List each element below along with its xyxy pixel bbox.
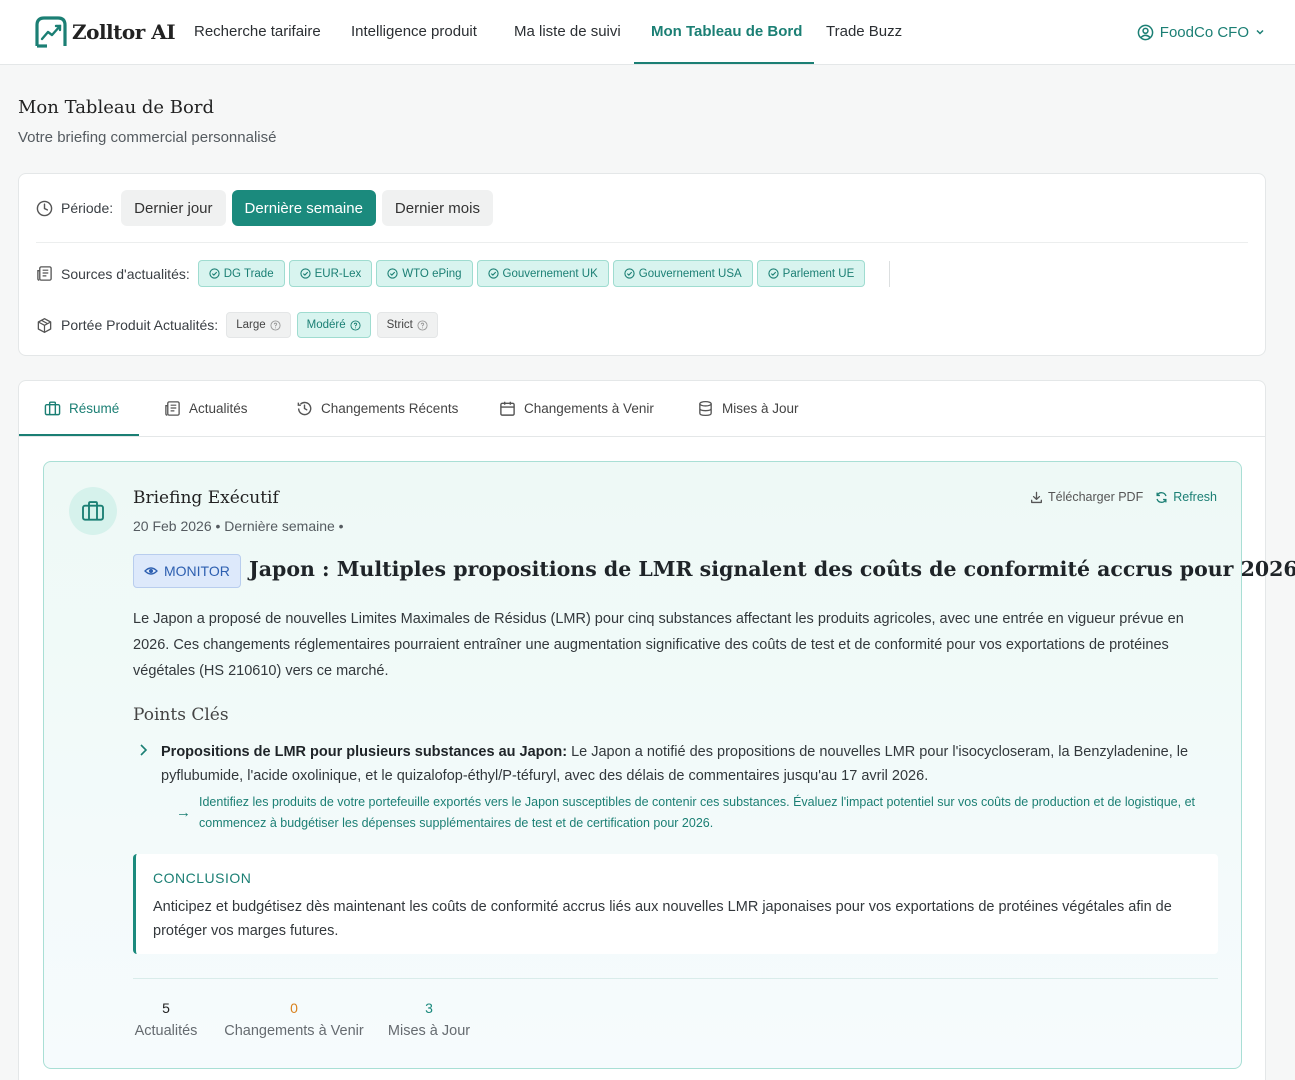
sources-filter: Sources d'actualités: DG Trade EUR-Lex W… [36, 260, 891, 287]
app-name: Zolltor AI [72, 20, 176, 44]
key-point-action: Identifiez les produits de votre portefe… [199, 795, 1196, 830]
nav-tableau-de-bord[interactable]: Mon Tableau de Bord [651, 0, 802, 64]
executive-briefing-card: Briefing Exécutif 20 Feb 2026 • Dernière… [43, 461, 1295, 1069]
period-option-week[interactable]: Dernière semaine [231, 190, 376, 226]
scope-filter: Portée Produit Actualités: Large Modéré … [36, 312, 444, 338]
tab-changements-recents[interactable]: Changements Récents [296, 381, 458, 436]
source-chip-gouv-usa[interactable]: Gouvernement USA [612, 260, 753, 287]
clock-icon [36, 200, 53, 216]
arrow-right-icon: → [176, 804, 191, 821]
user-name: FoodCo CFO [1159, 23, 1249, 41]
user-menu[interactable]: FoodCo CFO [1137, 0, 1265, 64]
filter-divider [36, 242, 1248, 243]
eye-icon [144, 567, 158, 575]
stat-value: 3 [425, 1000, 433, 1016]
user-circle-icon [1137, 24, 1154, 40]
check-circle-icon [487, 268, 499, 279]
period-option-day[interactable]: Dernier jour [121, 190, 226, 226]
chevron-down-icon [1256, 29, 1264, 35]
stat-actualites[interactable]: 5 Actualités [132, 998, 200, 1044]
filter-panel: Période: Dernier jour Dernière semaine D… [18, 173, 1266, 356]
conclusion-label: CONCLUSION [153, 870, 252, 886]
stat-value: 5 [162, 1000, 170, 1016]
check-circle-icon [299, 268, 311, 279]
key-point-title: Propositions de LMR pour plusieurs subst… [161, 744, 568, 760]
briefing-icon-badge [69, 487, 117, 535]
chevron-right-icon[interactable] [138, 743, 148, 757]
stat-label: Changements à Venir [224, 1023, 364, 1039]
history-icon [297, 401, 312, 416]
key-points-title: Points Clés [133, 705, 229, 725]
check-circle-icon [624, 268, 635, 279]
briefing-title: Briefing Exécutif [133, 488, 279, 508]
briefing-actions: Télécharger PDF Refresh [1030, 490, 1217, 504]
period-label: Période: [36, 200, 113, 217]
key-point-item: Propositions de LMR pour plusieurs subst… [161, 740, 1223, 788]
briefcase-icon [82, 501, 104, 521]
stat-value: 0 [290, 1000, 298, 1016]
source-chip-parlement-ue[interactable]: Parlement UE [756, 260, 866, 287]
nav-active-indicator [634, 62, 814, 64]
download-pdf-button[interactable]: Télécharger PDF [1030, 490, 1143, 504]
refresh-button[interactable]: Refresh [1155, 490, 1217, 504]
nav-trade-buzz[interactable]: Trade Buzz [826, 0, 902, 64]
tab-active-indicator [19, 434, 139, 436]
conclusion-box: CONCLUSION Anticipez et budgétisez dès m… [133, 854, 1218, 954]
newspaper-icon [37, 266, 52, 281]
stat-label: Actualités [134, 1023, 198, 1039]
help-circle-icon [417, 319, 428, 331]
briefcase-icon [44, 401, 61, 416]
help-circle-icon [270, 319, 281, 331]
nav-intelligence-produit[interactable]: Intelligence produit [351, 0, 477, 64]
check-circle-icon [209, 268, 220, 279]
scope-option-modere[interactable]: Modéré [296, 312, 371, 338]
period-filter: Période: Dernier jour Dernière semaine D… [36, 190, 499, 226]
app-logo[interactable]: Zolltor AI [34, 14, 176, 50]
sources-label: Sources d'actualités: [36, 265, 190, 282]
dashboard-panel: Résumé Actualités Changements Récents Ch… [18, 380, 1295, 1080]
top-nav: Zolltor AI Recherche tarifaire Intellige… [0, 0, 1295, 65]
period-option-month[interactable]: Dernier mois [381, 190, 493, 226]
tab-changements-a-venir[interactable]: Changements à Venir [499, 381, 654, 436]
nav-liste-de-suivi[interactable]: Ma liste de suivi [514, 0, 621, 64]
stat-mises-a-jour[interactable]: 3 Mises à Jour [387, 998, 471, 1044]
newspaper-icon [165, 401, 180, 416]
logo-icon [35, 16, 67, 48]
tab-actualites[interactable]: Actualités [164, 381, 248, 436]
source-chip-dg-trade[interactable]: DG Trade [197, 260, 285, 287]
package-icon [37, 317, 52, 333]
conclusion-text: Anticipez et budgétisez dès maintenant l… [153, 899, 1172, 939]
monitor-badge: MONITOR [133, 554, 241, 588]
source-chip-wto-eping[interactable]: WTO ePing [376, 260, 473, 287]
tab-bar: Résumé Actualités Changements Récents Ch… [19, 381, 1265, 437]
page-title: Mon Tableau de Bord [18, 97, 214, 118]
tab-resume[interactable]: Résumé [44, 381, 119, 436]
refresh-icon [1156, 491, 1167, 503]
sources-separator [889, 260, 891, 287]
stat-label: Mises à Jour [387, 1023, 471, 1039]
help-circle-icon [350, 319, 361, 331]
tab-mises-a-jour[interactable]: Mises à Jour [697, 381, 799, 436]
scope-option-strict[interactable]: Strict [376, 312, 438, 338]
nav-recherche-tarifaire[interactable]: Recherche tarifaire [194, 0, 321, 64]
scope-label: Portée Produit Actualités: [36, 317, 218, 334]
database-icon [699, 400, 712, 417]
check-circle-icon [387, 268, 398, 279]
source-chip-gouv-uk[interactable]: Gouvernement UK [476, 260, 609, 287]
page-subtitle: Votre briefing commercial personnalisé [18, 129, 277, 146]
briefing-date: 20 Feb 2026 • Dernière semaine • [133, 518, 344, 534]
source-chip-eur-lex[interactable]: EUR-Lex [288, 260, 373, 287]
briefing-headline: Japon : Multiples propositions de LMR si… [249, 557, 1295, 581]
check-circle-icon [768, 268, 779, 279]
scope-option-large[interactable]: Large [226, 312, 291, 338]
stats-divider [133, 978, 1218, 979]
calendar-icon [500, 401, 515, 416]
briefing-summary: Le Japon a proposé de nouvelles Limites … [133, 611, 1184, 679]
stat-changements-a-venir[interactable]: 0 Changements à Venir [222, 998, 366, 1044]
download-icon [1031, 491, 1043, 503]
